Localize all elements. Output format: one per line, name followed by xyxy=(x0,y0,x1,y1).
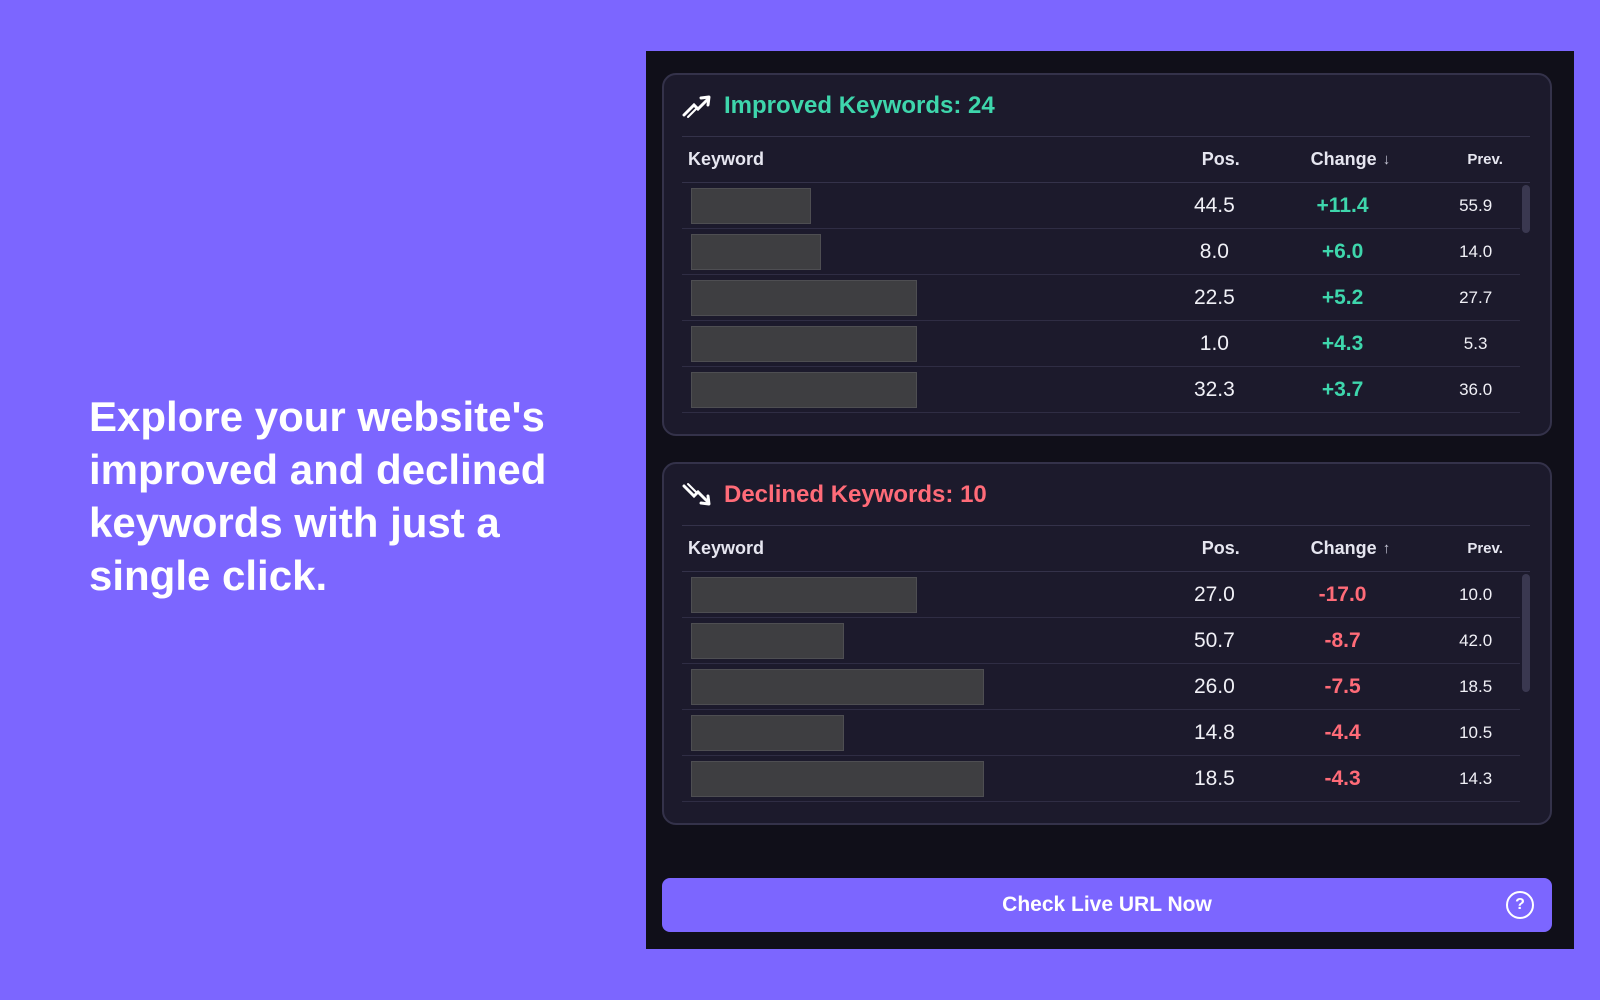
keywords-panel: Improved Keywords: 24 Keyword Pos. Chang… xyxy=(646,51,1574,949)
keyword-cell xyxy=(682,279,1175,316)
column-change-label: Change xyxy=(1310,149,1377,169)
pos-cell: 8.0 xyxy=(1199,239,1229,263)
sort-down-icon: ↓ xyxy=(1382,151,1391,168)
help-icon[interactable]: ? xyxy=(1506,891,1534,919)
declined-scrollbar[interactable] xyxy=(1522,574,1530,692)
pos-cell: 22.5 xyxy=(1193,285,1235,309)
prev-cell: 36.0 xyxy=(1459,379,1493,399)
redacted-keyword xyxy=(691,325,917,362)
prev-cell: 10.0 xyxy=(1459,584,1493,604)
improved-keywords-card: Improved Keywords: 24 Keyword Pos. Chang… xyxy=(662,73,1552,436)
keyword-cell xyxy=(682,371,1175,408)
redacted-keyword xyxy=(691,371,917,408)
declined-rows: 27.0 -17.0 10.0 50.7 -8.7 42.0 26.0 -7.5 18.5 14.… xyxy=(682,572,1530,802)
prev-cell: 5.3 xyxy=(1463,333,1488,353)
column-pos[interactable]: Pos. xyxy=(1181,538,1261,559)
change-cell: +4.3 xyxy=(1321,331,1364,355)
redacted-keyword xyxy=(691,668,984,705)
improved-card-header: Improved Keywords: 24 xyxy=(682,75,1530,137)
declined-table-header: Keyword Pos. Change ↑ Prev. xyxy=(682,526,1530,572)
trend-down-icon xyxy=(682,482,711,505)
declined-keywords-card: Declined Keywords: 10 Keyword Pos. Chang… xyxy=(662,462,1552,825)
column-change[interactable]: Change ↑ xyxy=(1261,538,1441,559)
sort-up-icon: ↑ xyxy=(1382,540,1391,557)
keyword-cell xyxy=(682,668,1175,705)
column-keyword[interactable]: Keyword xyxy=(682,149,1181,170)
prev-cell: 27.7 xyxy=(1459,287,1493,307)
pos-cell: 26.0 xyxy=(1193,674,1235,698)
hero-text: Explore your website's improved and decl… xyxy=(89,393,547,599)
keyword-cell xyxy=(682,760,1175,797)
redacted-keyword xyxy=(691,233,821,270)
prev-cell: 18.5 xyxy=(1459,676,1493,696)
table-row[interactable]: 14.8 -4.4 10.5 xyxy=(682,710,1520,756)
keyword-cell xyxy=(682,576,1175,613)
keyword-cell xyxy=(682,233,1175,270)
keyword-cell xyxy=(682,622,1175,659)
column-prev[interactable]: Prev. xyxy=(1440,540,1530,557)
trend-up-icon xyxy=(682,95,711,118)
pos-cell: 32.3 xyxy=(1193,377,1235,401)
change-cell: +6.0 xyxy=(1321,239,1364,263)
change-cell: +11.4 xyxy=(1316,193,1369,217)
prev-cell: 10.5 xyxy=(1459,722,1493,742)
change-cell: -4.4 xyxy=(1324,720,1361,744)
pos-cell: 27.0 xyxy=(1193,582,1235,606)
table-row[interactable]: 32.3 +3.7 36.0 xyxy=(682,367,1520,413)
prev-cell: 14.0 xyxy=(1459,241,1493,261)
improved-scrollbar[interactable] xyxy=(1522,185,1530,233)
table-row[interactable]: 18.5 -4.3 14.3 xyxy=(682,756,1520,802)
change-cell: +5.2 xyxy=(1321,285,1364,309)
change-cell: -8.7 xyxy=(1324,628,1361,652)
change-cell: -7.5 xyxy=(1324,674,1361,698)
pos-cell: 14.8 xyxy=(1193,720,1235,744)
check-live-url-label: Check Live URL Now xyxy=(1002,893,1212,916)
change-cell: -17.0 xyxy=(1318,582,1367,606)
keyword-cell xyxy=(682,187,1175,224)
pos-cell: 18.5 xyxy=(1193,766,1235,790)
keyword-cell xyxy=(682,325,1175,362)
table-row[interactable]: 27.0 -17.0 10.0 xyxy=(682,572,1520,618)
prev-cell: 14.3 xyxy=(1459,768,1493,788)
declined-card-header: Declined Keywords: 10 xyxy=(682,464,1530,526)
change-cell: -4.3 xyxy=(1324,766,1361,790)
table-row[interactable]: 44.5 +11.4 55.9 xyxy=(682,183,1520,229)
column-prev[interactable]: Prev. xyxy=(1440,151,1530,168)
column-change[interactable]: Change ↓ xyxy=(1261,149,1441,170)
column-keyword[interactable]: Keyword xyxy=(682,538,1181,559)
redacted-keyword xyxy=(691,279,917,316)
redacted-keyword xyxy=(691,187,811,224)
table-row[interactable]: 22.5 +5.2 27.7 xyxy=(682,275,1520,321)
table-row[interactable]: 26.0 -7.5 18.5 xyxy=(682,664,1520,710)
redacted-keyword xyxy=(691,760,984,797)
change-cell: +3.7 xyxy=(1321,377,1364,401)
pos-cell: 1.0 xyxy=(1199,331,1229,355)
table-row[interactable]: 8.0 +6.0 14.0 xyxy=(682,229,1520,275)
improved-rows: 44.5 +11.4 55.9 8.0 +6.0 14.0 22.5 +5.2 27.7 1.0 +… xyxy=(682,183,1530,413)
table-row[interactable]: 1.0 +4.3 5.3 xyxy=(682,321,1520,367)
prev-cell: 55.9 xyxy=(1459,195,1493,215)
pos-cell: 50.7 xyxy=(1193,628,1235,652)
column-pos[interactable]: Pos. xyxy=(1181,149,1261,170)
column-change-label: Change xyxy=(1310,538,1377,558)
table-row[interactable]: 50.7 -8.7 42.0 xyxy=(682,618,1520,664)
redacted-keyword xyxy=(691,576,917,613)
check-live-url-button[interactable]: Check Live URL Now ? xyxy=(662,878,1552,932)
keyword-cell xyxy=(682,714,1175,751)
improved-title: Improved Keywords: 24 xyxy=(724,91,995,119)
improved-table-header: Keyword Pos. Change ↓ Prev. xyxy=(682,137,1530,183)
pos-cell: 44.5 xyxy=(1193,193,1235,217)
declined-title: Declined Keywords: 10 xyxy=(724,480,987,508)
redacted-keyword xyxy=(691,714,844,751)
prev-cell: 42.0 xyxy=(1459,630,1493,650)
redacted-keyword xyxy=(691,622,844,659)
